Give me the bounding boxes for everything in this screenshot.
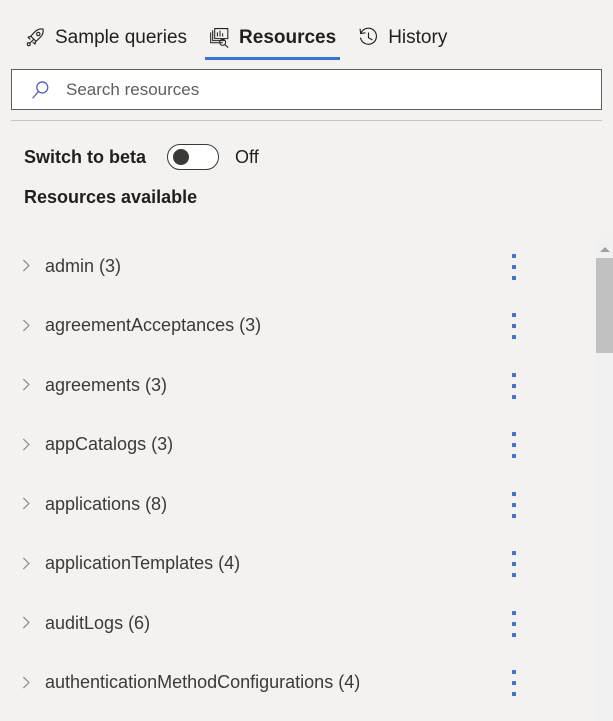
history-icon [358,27,379,48]
chevron-right-icon[interactable] [20,556,33,571]
more-options-icon[interactable] [509,611,519,637]
more-options-icon[interactable] [509,551,519,577]
list-item-label: agreements (3) [45,376,167,394]
list-item-label: applicationTemplates (4) [45,554,240,572]
chevron-right-icon[interactable] [20,437,33,452]
chevron-right-icon[interactable] [20,318,33,333]
beta-toggle-switch[interactable] [167,144,219,170]
chevron-right-icon[interactable] [20,496,33,511]
beta-toggle-row: Switch to beta Off [24,140,613,174]
tab-sample-queries[interactable]: Sample queries [14,14,198,60]
scroll-up-arrow-icon[interactable] [596,241,613,258]
tab-label: History [388,28,447,47]
list-item-label: agreementAcceptances (3) [45,316,261,334]
vertical-scrollbar[interactable] [596,236,613,721]
tab-resources[interactable]: Resources [198,14,347,60]
chevron-right-icon[interactable] [20,377,33,392]
list-item[interactable]: agreementAcceptances (3) [0,296,613,356]
list-item[interactable]: agreements (3) [0,355,613,415]
list-item[interactable]: admin (3) [0,236,613,296]
list-item-label: authenticationMethodConfigurations (4) [45,673,360,691]
scrollbar-thumb[interactable] [596,258,613,353]
list-item-label: admin (3) [45,257,121,275]
list-item-label: auditLogs (6) [45,614,150,632]
list-item[interactable]: applications (8) [0,474,613,534]
tab-label: Resources [239,28,336,47]
list-item[interactable]: auditLogs (6) [0,593,613,653]
resource-list: admin (3) agreementAcceptances (3) agree… [0,236,613,721]
search-input[interactable] [66,70,601,109]
beta-toggle-label: Switch to beta [24,148,146,166]
more-options-icon[interactable] [509,432,519,458]
tab-underline [205,57,340,60]
beta-toggle-state: Off [235,148,259,166]
chevron-right-icon[interactable] [20,615,33,630]
search-box[interactable] [11,69,602,110]
search-icon [30,79,52,101]
chevron-right-icon[interactable] [20,258,33,273]
rocket-icon [25,27,46,48]
list-item-label: applications (8) [45,495,167,513]
more-options-icon[interactable] [509,313,519,339]
list-item[interactable]: applicationTemplates (4) [0,534,613,594]
more-options-icon[interactable] [509,254,519,280]
list-item-label: appCatalogs (3) [45,435,173,453]
resources-icon [209,27,230,48]
more-options-icon[interactable] [509,492,519,518]
list-item[interactable]: appCatalogs (3) [0,415,613,475]
section-divider [11,120,602,121]
tab-bar: Sample queries Resources History [0,0,613,60]
toggle-thumb [173,149,189,165]
more-options-icon[interactable] [509,373,519,399]
tab-history[interactable]: History [347,14,458,60]
list-item[interactable]: authenticationMethodConfigurations (4) [0,653,613,713]
page-title: Resources available [24,188,613,206]
tab-label: Sample queries [55,28,187,47]
more-options-icon[interactable] [509,670,519,696]
chevron-right-icon[interactable] [20,675,33,690]
